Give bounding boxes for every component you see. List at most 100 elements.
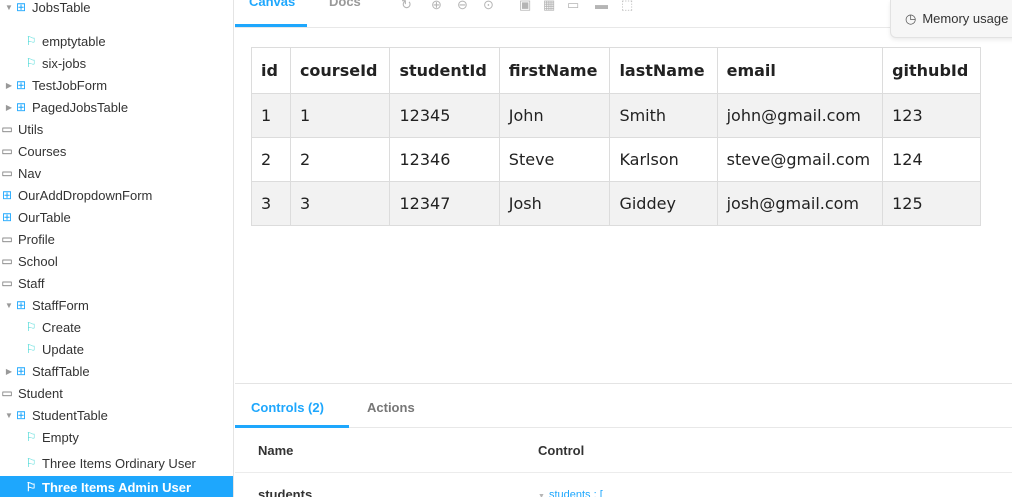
active-tab-indicator [235,425,349,428]
sidebar-item-label: JobsTable [32,0,91,15]
table-cell: 124 [882,137,982,182]
sidebar-item-empty[interactable]: ⚐ Empty [0,426,233,448]
tab-controls[interactable]: Controls (2) [251,400,324,415]
controls-row: students ▼ students : [ [235,474,1012,497]
table-cell: 12345 [389,93,500,138]
table-row: 1 1 12345 John Smith john@gmail.com 123 [251,93,982,138]
zoom-reset-icon[interactable]: ⊙ [483,0,494,13]
sidebar-item-label: Update [42,341,84,357]
table-header-row: id courseId studentId firstName lastName… [251,47,982,94]
sidebar-item-staffform[interactable]: ▼ ⊞ StaffForm [0,294,233,316]
object-control-label: students : [ [548,489,603,497]
header-githubid: githubId [882,47,982,94]
chevron-down-icon[interactable]: ▼ [4,3,14,12]
object-control[interactable]: ▼ students : [ [538,489,603,497]
zoom-in-icon[interactable]: ⊕ [431,0,442,13]
background-icon[interactable]: ▣ [519,0,531,13]
table-cell: Karlson [609,137,718,182]
sidebar-item-profile[interactable]: ▭ Profile [0,228,233,250]
folder-icon: ▭ [1,254,13,268]
component-icon: ⊞ [15,298,27,312]
gauge-icon: ◷ [905,10,917,26]
sidebar-item-create[interactable]: ⚐ Create [0,316,233,338]
chevron-down-icon[interactable]: ▼ [538,493,545,497]
sidebar: ▼ ⊞ JobsTable ⚐ emptytable ⚐ six-jobs ▶ … [0,0,234,497]
table-cell: 12347 [389,181,500,226]
component-icon: ⊞ [15,100,27,114]
active-tab-indicator [235,24,307,27]
folder-icon: ▭ [1,122,13,136]
sidebar-item-stafftable[interactable]: ▶ ⊞ StaffTable [0,360,233,382]
table-cell: josh@gmail.com [716,181,884,226]
table-cell: 3 [251,181,291,226]
sidebar-item-staff[interactable]: ▭ Staff [0,272,233,294]
sidebar-item-label: TestJobForm [32,77,108,93]
table-cell: 12346 [389,137,500,182]
bookmark-icon: ⚐ [25,342,37,356]
outline-icon[interactable]: ⬚ [621,0,633,13]
sidebar-item-student[interactable]: ▭ Student [0,382,233,404]
table-cell: Josh [498,181,611,226]
sidebar-item-studenttable[interactable]: ▼ ⊞ StudentTable [0,404,233,426]
sidebar-item-label: School [18,253,58,269]
measure-icon[interactable]: ▬ [595,0,608,12]
sidebar-item-update[interactable]: ⚐ Update [0,338,233,360]
header-courseid: courseId [289,47,391,94]
table-cell: 3 [289,181,391,226]
sidebar-item-label: Courses [18,143,67,159]
tab-docs[interactable]: Docs [329,0,361,14]
table-cell: John [498,93,611,138]
table-cell: 2 [251,137,291,182]
memory-usage-panel[interactable]: ◷ Memory usage [890,0,1012,38]
chevron-right-icon[interactable]: ▶ [4,81,14,90]
sidebar-item-six-jobs[interactable]: ⚐ six-jobs [0,52,233,74]
zoom-out-icon[interactable]: ⊖ [457,0,468,13]
header-id: id [251,47,291,94]
tab-canvas[interactable]: Canvas [249,0,295,14]
sidebar-item-label: Three Items Admin User [42,479,192,495]
sidebar-item-school[interactable]: ▭ School [0,250,233,272]
sidebar-item-three-items-admin-user[interactable]: ⚐ Three Items Admin User [0,476,233,497]
tab-actions[interactable]: Actions [367,400,415,415]
sidebar-item-label: six-jobs [42,55,87,71]
sidebar-item-label: Nav [18,165,42,181]
students-table: id courseId studentId firstName lastName… [251,47,982,226]
sidebar-item-ouradddropdownform[interactable]: ⊞ OurAddDropdownForm [0,184,233,206]
sidebar-item-ourtable[interactable]: ⊞ OurTable [0,206,233,228]
table-row: 3 3 12347 Josh Giddey josh@gmail.com 125 [251,181,982,226]
folder-icon: ▭ [1,386,13,400]
table-cell: 1 [251,93,291,138]
sidebar-item-utils[interactable]: ▭ Utils [0,118,233,140]
viewport-icon[interactable]: ▭ [567,0,579,13]
sidebar-item-label: Staff [18,275,45,291]
sidebar-item-label: emptytable [42,33,106,49]
chevron-down-icon[interactable]: ▼ [4,301,14,310]
folder-icon: ▭ [1,232,13,246]
sidebar-item-courses[interactable]: ▭ Courses [0,140,233,162]
folder-icon: ▭ [1,144,13,158]
sidebar-item-jobstable[interactable]: ▼ ⊞ JobsTable [0,0,233,18]
component-icon: ⊞ [15,78,27,92]
sidebar-item-three-items-ordinary-user[interactable]: ⚐ Three Items Ordinary User [0,452,233,474]
table-cell: 1 [289,93,391,138]
table-cell: Giddey [609,181,718,226]
sidebar-item-emptytable[interactable]: ⚐ emptytable [0,30,233,52]
main-panel: Canvas Docs ↻ ⊕ ⊖ ⊙ ▣ ▦ ▭ ▬ ⬚ ◷ Memory u… [235,0,1012,497]
sidebar-item-nav[interactable]: ▭ Nav [0,162,233,184]
header-lastname: lastName [609,47,718,94]
control-name: students [258,487,313,497]
chevron-down-icon[interactable]: ▼ [4,411,14,420]
header-email: email [716,47,884,94]
component-icon: ⊞ [15,364,27,378]
sidebar-item-pagedjobstable[interactable]: ▶ ⊞ PagedJobsTable [0,96,233,118]
bookmark-icon: ⚐ [25,430,37,444]
grid-icon[interactable]: ▦ [543,0,555,13]
reload-icon[interactable]: ↻ [401,0,412,13]
sidebar-item-testjobform[interactable]: ▶ ⊞ TestJobForm [0,74,233,96]
chevron-right-icon[interactable]: ▶ [4,367,14,376]
chevron-right-icon[interactable]: ▶ [4,103,14,112]
folder-icon: ▭ [1,276,13,290]
component-icon: ⊞ [15,0,27,14]
sidebar-item-label: StaffForm [32,297,89,313]
sidebar-item-label: PagedJobsTable [32,99,129,115]
